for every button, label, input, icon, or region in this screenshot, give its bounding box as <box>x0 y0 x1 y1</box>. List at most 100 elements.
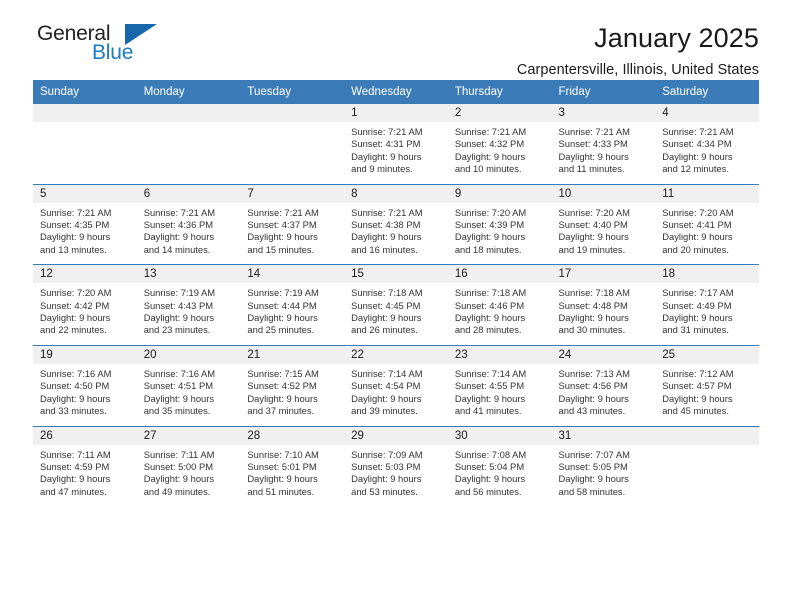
day-number[interactable]: 28 <box>240 426 345 445</box>
day-number[interactable]: 5 <box>33 184 137 203</box>
day-cell[interactable]: Sunrise: 7:11 AM Sunset: 4:59 PM Daylight:… <box>33 444 137 507</box>
calendar-week-daynumbers: 5 6 7 8 9 10 11 <box>33 184 759 203</box>
day-cell[interactable]: Sunrise: 7:10 AM Sunset: 5:01 PM Daylight:… <box>240 444 345 507</box>
day-number[interactable]: 14 <box>240 264 345 284</box>
day-daylight-line: Daylight: 9 hours <box>558 150 629 162</box>
day-sunrise-line: Sunrise: 7:12 AM <box>662 367 734 379</box>
weekday-header-sunday: Sunday <box>33 80 137 104</box>
day-number[interactable]: 23 <box>447 345 552 364</box>
day-cell[interactable]: Sunrise: 7:20 AM Sunset: 4:40 PM Daylight:… <box>551 202 656 266</box>
day-daylight-line: Daylight: 9 hours <box>351 473 422 485</box>
day-number[interactable]: 27 <box>136 426 241 445</box>
day-number[interactable]: 18 <box>655 264 759 284</box>
day-sunrise-line: Sunrise: 7:16 AM <box>40 367 112 379</box>
day-cell[interactable]: Sunrise: 7:18 AM Sunset: 4:48 PM Daylight:… <box>551 283 656 346</box>
day-cell[interactable]: Sunrise: 7:12 AM Sunset: 4:57 PM Daylight:… <box>655 363 759 427</box>
day-cell[interactable]: Sunrise: 7:21 AM Sunset: 4:36 PM Daylight:… <box>136 202 241 266</box>
day-cell[interactable]: Sunrise: 7:07 AM Sunset: 5:05 PM Daylight:… <box>551 444 656 507</box>
calendar-week-details: Sunrise: 7:11 AM Sunset: 4:59 PM Daylight:… <box>33 444 759 507</box>
day-daylight-line: and 39 minutes. <box>351 405 418 417</box>
day-cell[interactable]: Sunrise: 7:18 AM Sunset: 4:46 PM Daylight:… <box>447 283 552 346</box>
day-cell[interactable]: Sunrise: 7:21 AM Sunset: 4:38 PM Daylight:… <box>344 202 448 266</box>
day-cell[interactable]: Sunrise: 7:21 AM Sunset: 4:31 PM Daylight:… <box>344 122 448 185</box>
day-cell[interactable]: Sunrise: 7:18 AM Sunset: 4:45 PM Daylight:… <box>344 283 448 346</box>
day-sunset-line: Sunset: 4:32 PM <box>454 138 525 150</box>
day-number[interactable]: 9 <box>447 184 552 203</box>
weekday-header-wednesday: Wednesday <box>344 80 448 104</box>
day-daylight-line: and 53 minutes. <box>351 485 418 497</box>
day-number[interactable]: 12 <box>33 264 137 284</box>
day-cell[interactable]: Sunrise: 7:17 AM Sunset: 4:49 PM Daylight:… <box>655 283 759 346</box>
day-cell[interactable]: Sunrise: 7:20 AM Sunset: 4:42 PM Daylight:… <box>33 283 137 346</box>
day-number[interactable]: 25 <box>655 345 759 364</box>
day-cell[interactable]: Sunrise: 7:21 AM Sunset: 4:34 PM Daylight:… <box>655 122 759 185</box>
day-number[interactable]: 4 <box>655 104 759 122</box>
day-number[interactable]: 6 <box>136 184 241 203</box>
day-number[interactable]: 22 <box>344 345 448 364</box>
day-number[interactable]: 19 <box>33 345 137 364</box>
calendar-body: 1 2 3 4 Sunrise: 7:21 AM Sunset: 4:31 PM Dayli… <box>33 104 759 507</box>
day-number[interactable]: 13 <box>136 264 241 284</box>
day-number[interactable]: 11 <box>655 184 759 203</box>
day-cell[interactable]: Sunrise: 7:14 AM Sunset: 4:55 PM Daylight:… <box>447 363 552 427</box>
day-sunset-line: Sunset: 5:00 PM <box>143 460 214 472</box>
day-cell[interactable]: Sunrise: 7:13 AM Sunset: 4:56 PM Daylight:… <box>551 363 656 427</box>
day-daylight-line: Daylight: 9 hours <box>662 392 733 404</box>
day-daylight-line: Daylight: 9 hours <box>40 312 111 324</box>
day-daylight-line: Daylight: 9 hours <box>143 312 215 324</box>
day-number[interactable]: 1 <box>344 104 448 122</box>
day-cell[interactable]: Sunrise: 7:15 AM Sunset: 4:52 PM Daylight:… <box>240 363 345 427</box>
day-cell[interactable]: Sunrise: 7:21 AM Sunset: 4:35 PM Daylight:… <box>33 202 137 266</box>
day-sunrise-line: Sunrise: 7:19 AM <box>143 287 216 299</box>
day-cell[interactable]: Sunrise: 7:21 AM Sunset: 4:32 PM Daylight:… <box>447 122 552 185</box>
day-cell[interactable]: Sunrise: 7:16 AM Sunset: 4:51 PM Daylight:… <box>136 363 241 427</box>
day-number[interactable]: 29 <box>344 426 448 445</box>
day-sunrise-line: Sunrise: 7:17 AM <box>662 287 734 299</box>
day-sunset-line: Sunset: 4:42 PM <box>40 299 110 311</box>
day-number[interactable]: 31 <box>551 426 656 445</box>
day-number[interactable]: 21 <box>240 345 345 364</box>
day-number[interactable]: 26 <box>33 426 137 445</box>
day-number[interactable]: 2 <box>447 104 552 122</box>
day-number-empty <box>136 104 241 122</box>
day-sunrise-line: Sunrise: 7:18 AM <box>558 287 630 299</box>
day-daylight-line: and 31 minutes. <box>662 324 729 336</box>
day-cell[interactable]: Sunrise: 7:19 AM Sunset: 4:43 PM Daylight:… <box>136 283 241 346</box>
day-cell[interactable]: Sunrise: 7:14 AM Sunset: 4:54 PM Daylight:… <box>344 363 448 427</box>
day-daylight-line: Daylight: 9 hours <box>143 473 215 485</box>
calendar-week-details: Sunrise: 7:16 AM Sunset: 4:50 PM Daylight:… <box>33 363 759 427</box>
day-cell[interactable]: Sunrise: 7:16 AM Sunset: 4:50 PM Daylight:… <box>33 363 137 427</box>
day-cell[interactable]: Sunrise: 7:21 AM Sunset: 4:33 PM Daylight:… <box>551 122 656 185</box>
day-daylight-line: Daylight: 9 hours <box>454 473 526 485</box>
calendar-week-daynumbers: 19 20 21 22 23 24 25 <box>33 345 759 364</box>
day-number[interactable]: 3 <box>551 104 656 122</box>
day-cell[interactable]: Sunrise: 7:20 AM Sunset: 4:41 PM Daylight:… <box>655 202 759 266</box>
day-sunrise-line: Sunrise: 7:21 AM <box>662 126 734 137</box>
day-cell[interactable]: Sunrise: 7:20 AM Sunset: 4:39 PM Daylight:… <box>447 202 552 266</box>
weekday-header-saturday: Saturday <box>655 80 759 104</box>
day-sunrise-line: Sunrise: 7:19 AM <box>247 287 319 299</box>
day-daylight-line: and 33 minutes. <box>40 405 107 417</box>
day-sunrise-line: Sunrise: 7:11 AM <box>40 448 111 460</box>
day-cell[interactable]: Sunrise: 7:09 AM Sunset: 5:03 PM Daylight:… <box>344 444 448 507</box>
day-number[interactable]: 30 <box>447 426 552 445</box>
day-sunrise-line: Sunrise: 7:21 AM <box>351 206 423 218</box>
day-cell[interactable]: Sunrise: 7:11 AM Sunset: 5:00 PM Daylight:… <box>136 444 241 507</box>
day-cell[interactable]: Sunrise: 7:21 AM Sunset: 4:37 PM Daylight:… <box>240 202 345 266</box>
day-number[interactable]: 10 <box>551 184 656 203</box>
day-number[interactable]: 16 <box>447 264 552 284</box>
day-number[interactable]: 8 <box>344 184 448 203</box>
day-number[interactable]: 20 <box>136 345 241 364</box>
day-cell[interactable]: Sunrise: 7:08 AM Sunset: 5:04 PM Daylight:… <box>447 444 552 507</box>
day-sunrise-line: Sunrise: 7:13 AM <box>558 367 630 379</box>
day-sunrise-line: Sunrise: 7:21 AM <box>351 126 423 137</box>
day-number[interactable]: 24 <box>551 345 656 364</box>
day-daylight-line: Daylight: 9 hours <box>143 392 215 404</box>
day-number[interactable]: 15 <box>344 264 448 284</box>
day-number[interactable]: 17 <box>551 264 656 284</box>
day-number-empty <box>655 426 759 445</box>
day-number[interactable]: 7 <box>240 184 345 203</box>
generalblue-logo[interactable]: General Blue <box>33 22 203 70</box>
day-number-empty <box>33 104 137 122</box>
day-cell[interactable]: Sunrise: 7:19 AM Sunset: 4:44 PM Daylight:… <box>240 283 345 346</box>
